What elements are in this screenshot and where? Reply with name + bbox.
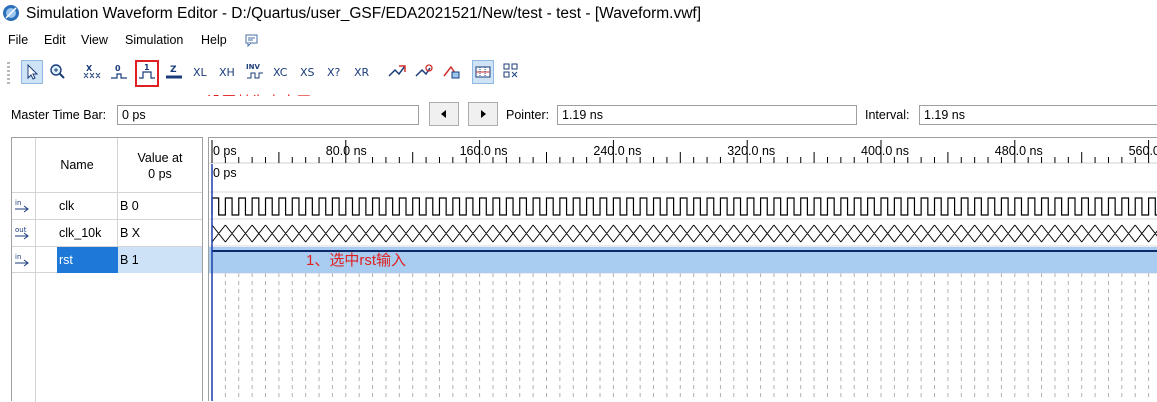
menu-simulation[interactable]: Simulation bbox=[125, 33, 183, 47]
force-low-icon: 0 bbox=[111, 64, 127, 79]
svg-text:in: in bbox=[15, 199, 21, 207]
clk_10k-unknown-waveform bbox=[211, 224, 1157, 243]
force-weak-low-icon: XL bbox=[193, 66, 208, 79]
menu-help[interactable]: Help bbox=[201, 33, 227, 47]
zoom-tool-icon bbox=[50, 64, 65, 79]
ruler-label: 80.0 ns bbox=[326, 144, 367, 158]
ruler-label: 0 ps bbox=[213, 144, 237, 158]
run-timing-simulation-icon bbox=[415, 64, 433, 77]
force-high-impedance-icon: Z bbox=[166, 65, 182, 79]
svg-text:X: X bbox=[86, 64, 93, 73]
ruler-label: 400.0 ns bbox=[861, 144, 909, 158]
svg-text:out: out bbox=[15, 226, 27, 234]
force-unknown-button[interactable]: X bbox=[82, 60, 104, 84]
name-column-header[interactable]: Name bbox=[36, 138, 118, 192]
cursor-time-label: 0 ps bbox=[213, 166, 237, 180]
don't-care-icon: XS bbox=[300, 66, 315, 79]
arbitrary-value-button[interactable]: X? bbox=[325, 60, 347, 84]
arrow-right-icon bbox=[481, 110, 486, 118]
svg-text:0: 0 bbox=[115, 64, 121, 73]
signal-name: clk_10k bbox=[59, 226, 102, 240]
annotation-select-rst: 1、选中rst输入 bbox=[306, 252, 407, 269]
interval-field: 1.19 ns bbox=[919, 105, 1157, 125]
ruler-label: 240.0 ns bbox=[593, 144, 641, 158]
ruler-label: 160.0 ns bbox=[460, 144, 508, 158]
whats-this-help-icon[interactable] bbox=[244, 32, 260, 48]
signal-row-clk_10k[interactable]: out clk_10k B X bbox=[12, 219, 202, 246]
random-value-button[interactable]: XR bbox=[352, 60, 374, 84]
force-weak-high-icon: XH bbox=[219, 66, 235, 79]
arrow-left-icon bbox=[441, 110, 446, 118]
signal-name: clk bbox=[59, 199, 75, 213]
pointer-label: Pointer: bbox=[506, 108, 550, 122]
signal-name: rst bbox=[57, 247, 127, 273]
pointer-field: 1.19 ns bbox=[557, 105, 857, 125]
window-title: Simulation Waveform Editor - D:/Quartus/… bbox=[26, 5, 702, 22]
menu-bar: File Edit View Simulation Help bbox=[0, 30, 1157, 52]
dont-care-button[interactable]: XS bbox=[298, 60, 320, 84]
previous-transition-button[interactable] bbox=[429, 102, 459, 126]
arbitrary-value-icon: X? bbox=[327, 66, 341, 79]
sort-icon bbox=[503, 63, 518, 78]
toolbar-grip bbox=[7, 62, 10, 84]
force-weak-low-button[interactable]: XL bbox=[190, 60, 212, 84]
value-header-line1: Value at bbox=[137, 151, 183, 165]
generate-netlist-icon bbox=[443, 65, 460, 79]
force-low-button[interactable]: 0 bbox=[108, 60, 130, 84]
value-header-line2: 0 ps bbox=[148, 167, 172, 181]
toolbar: X 0 1 Z XL XH INV XC XS X? XR bbox=[0, 52, 1157, 96]
signal-value: B 0 bbox=[120, 199, 139, 213]
svg-text:XR: XR bbox=[354, 66, 370, 79]
force-high-highlight-box bbox=[135, 60, 159, 87]
signal-row-rst[interactable]: in rst B 1 bbox=[12, 246, 202, 273]
snap-to-grid-button[interactable] bbox=[472, 60, 494, 84]
signal-row-clk[interactable]: in clk B 0 bbox=[12, 192, 202, 219]
value-column-header[interactable]: Value at 0 ps bbox=[118, 138, 202, 192]
signal-value: B X bbox=[120, 226, 141, 240]
ruler-label: 560.0 bbox=[1129, 144, 1157, 158]
invert-icon: INV bbox=[246, 63, 263, 79]
invert-button[interactable]: INV bbox=[244, 60, 266, 84]
zoom-tool-button[interactable] bbox=[47, 60, 69, 84]
signal-value: B 1 bbox=[118, 247, 202, 273]
force-unknown-icon: X bbox=[83, 64, 101, 79]
master-time-bar-field[interactable]: 0 ps bbox=[117, 105, 419, 125]
svg-text:INV: INV bbox=[246, 63, 260, 71]
count-value-icon: XC bbox=[273, 66, 288, 79]
random-value-icon: XR bbox=[354, 66, 370, 79]
svg-text:XC: XC bbox=[273, 66, 288, 79]
svg-text:XS: XS bbox=[300, 66, 315, 79]
ruler-label: 480.0 ns bbox=[995, 144, 1043, 158]
master-time-bar-label: Master Time Bar: bbox=[11, 108, 107, 122]
force-weak-high-button[interactable]: XH bbox=[217, 60, 239, 84]
next-transition-button[interactable] bbox=[468, 102, 498, 126]
svg-text:XL: XL bbox=[193, 66, 208, 79]
count-value-button[interactable]: XC bbox=[271, 60, 293, 84]
ruler-label: 320.0 ns bbox=[727, 144, 775, 158]
svg-text:X?: X? bbox=[327, 66, 341, 79]
snap-to-grid-icon bbox=[475, 66, 491, 78]
clk-waveform bbox=[211, 197, 1157, 216]
title-bar: Simulation Waveform Editor - D:/Quartus/… bbox=[0, 0, 1157, 30]
generate-netlist-button[interactable] bbox=[440, 60, 462, 84]
svg-text:XH: XH bbox=[219, 66, 235, 79]
run-timing-simulation-button[interactable] bbox=[413, 60, 435, 84]
run-functional-simulation-icon bbox=[388, 65, 406, 77]
force-high-impedance-button[interactable]: Z bbox=[163, 60, 185, 84]
quartus-app-icon bbox=[3, 5, 19, 21]
output-pin-icon: out bbox=[15, 226, 29, 240]
menu-view[interactable]: View bbox=[81, 33, 108, 47]
menu-edit[interactable]: Edit bbox=[44, 33, 66, 47]
selection-tool-button[interactable] bbox=[21, 60, 43, 84]
svg-text:Z: Z bbox=[170, 65, 177, 75]
sort-button[interactable] bbox=[501, 60, 523, 84]
selection-tool-icon bbox=[27, 63, 39, 80]
run-functional-simulation-button[interactable] bbox=[386, 60, 408, 84]
signal-list-panel: Name Value at 0 ps in clk B 0 out clk_10… bbox=[11, 137, 203, 402]
svg-text:in: in bbox=[15, 253, 21, 261]
input-pin-icon: in bbox=[15, 253, 29, 267]
input-pin-icon: in bbox=[15, 199, 29, 213]
interval-label: Interval: bbox=[865, 108, 910, 122]
menu-file[interactable]: File bbox=[8, 33, 28, 47]
